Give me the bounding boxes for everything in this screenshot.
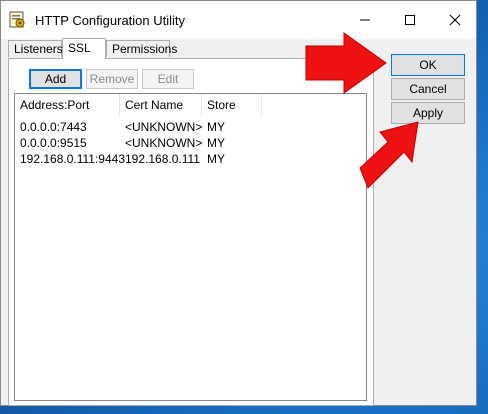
add-button[interactable]: Add	[29, 69, 82, 89]
ok-button[interactable]: OK	[391, 54, 465, 76]
arrow-right-icon	[305, 32, 387, 94]
cell-address-port: 192.168.0.111:9443	[20, 152, 125, 166]
cell-store: MY	[207, 120, 225, 134]
minimize-icon	[360, 19, 370, 21]
cell-cert-name: <UNKNOWN>	[125, 120, 203, 134]
app-icon	[9, 11, 25, 28]
remove-button[interactable]: Remove	[86, 69, 138, 89]
tab-listeners[interactable]: Listeners	[8, 40, 63, 57]
cell-cert-name: <UNKNOWN>	[125, 136, 203, 150]
table-row[interactable]: 0.0.0.0:9515 <UNKNOWN> MY	[15, 135, 366, 151]
dialog-window: HTTP Configuration Utility Listeners SSL…	[0, 0, 477, 406]
column-header-address-port[interactable]: Address:Port	[15, 94, 120, 116]
ssl-tab-panel: Add Remove Edit Address:Port Cert Name S…	[8, 58, 374, 406]
cell-cert-name: 192.168.0.111	[125, 152, 200, 166]
cell-address-port: 0.0.0.0:9515	[20, 136, 87, 150]
cancel-button[interactable]: Cancel	[391, 78, 465, 100]
maximize-button[interactable]	[387, 1, 433, 39]
close-icon	[449, 14, 461, 26]
title-bar[interactable]: HTTP Configuration Utility	[1, 1, 476, 39]
ssl-bindings-list[interactable]: Address:Port Cert Name Store 0.0.0.0:744…	[14, 93, 367, 401]
column-header-store[interactable]: Store	[202, 94, 262, 116]
tab-permissions[interactable]: Permissions	[106, 40, 177, 57]
cell-address-port: 0.0.0.0:7443	[20, 120, 87, 134]
edit-button[interactable]: Edit	[142, 69, 194, 89]
tab-ssl[interactable]: SSL	[62, 38, 106, 59]
window-title: HTTP Configuration Utility	[35, 13, 186, 28]
maximize-icon	[405, 15, 415, 25]
list-header: Address:Port Cert Name Store	[15, 94, 366, 116]
column-header-cert-name[interactable]: Cert Name	[120, 94, 202, 116]
table-row[interactable]: 0.0.0.0:7443 <UNKNOWN> MY	[15, 119, 366, 135]
close-button[interactable]	[432, 1, 478, 39]
cell-store: MY	[207, 152, 225, 166]
cell-store: MY	[207, 136, 225, 150]
arrow-up-right-icon	[359, 121, 419, 189]
table-row[interactable]: 192.168.0.111:9443 192.168.0.111 MY	[15, 151, 366, 167]
